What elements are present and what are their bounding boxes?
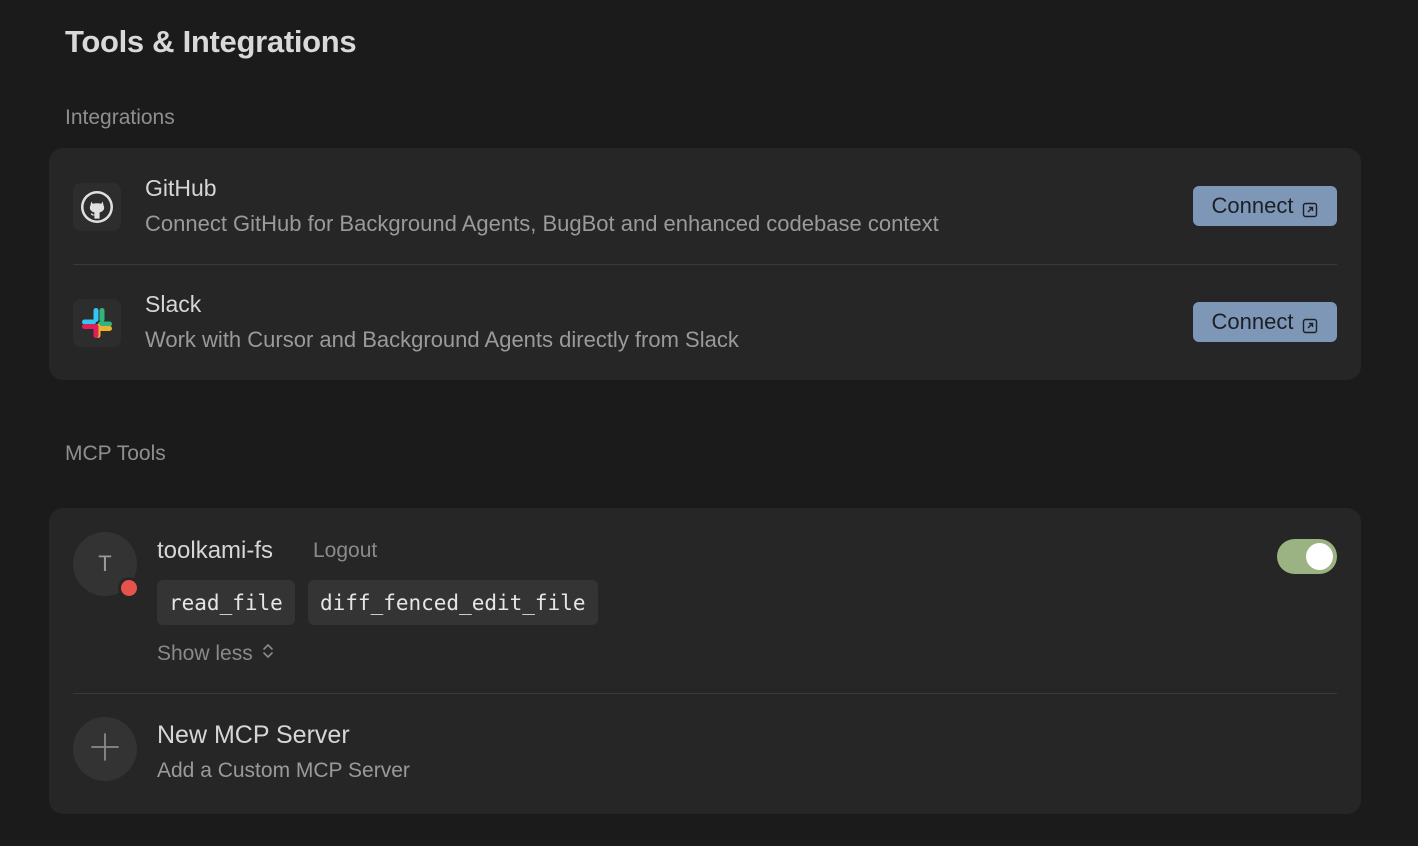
connect-button-label: Connect	[1211, 309, 1294, 334]
external-link-icon	[1302, 314, 1318, 334]
server-name: toolkami-fs	[157, 537, 274, 564]
slack-connect-button[interactable]: Connect	[1193, 302, 1337, 342]
github-icon	[73, 183, 121, 231]
integrations-card: GitHub Connect GitHub for Background Age…	[49, 148, 1361, 380]
tool-chip: read_file	[157, 580, 295, 625]
show-less-toggle[interactable]: Show less	[157, 641, 275, 667]
integration-row-slack: Slack Work with Cursor and Background Ag…	[73, 264, 1337, 380]
tools-integrations-page: Tools & Integrations Integrations GitHub…	[0, 0, 1418, 846]
connect-button-label: Connect	[1211, 193, 1294, 218]
integration-description: Connect GitHub for Background Agents, Bu…	[145, 211, 939, 236]
chevron-up-down-icon	[261, 641, 275, 667]
integration-name: Slack	[145, 291, 202, 317]
avatar-letter: T	[98, 551, 112, 576]
integration-name: GitHub	[145, 175, 217, 201]
logout-link[interactable]: Logout	[313, 539, 377, 563]
integrations-section-label: Integrations	[65, 106, 175, 129]
github-connect-button[interactable]: Connect	[1193, 186, 1337, 226]
new-server-subtitle: Add a Custom MCP Server	[157, 759, 410, 782]
add-server-button[interactable]	[73, 717, 137, 781]
page-title: Tools & Integrations	[65, 24, 357, 59]
new-server-title[interactable]: New MCP Server	[157, 721, 350, 750]
mcp-divider	[73, 693, 1337, 694]
tool-chip: diff_fenced_edit_file	[308, 580, 598, 625]
mcp-section-label: MCP Tools	[65, 442, 166, 465]
integration-row-github: GitHub Connect GitHub for Background Age…	[73, 148, 1337, 264]
show-less-label: Show less	[157, 642, 253, 665]
slack-icon	[73, 299, 121, 347]
plus-icon	[90, 732, 120, 767]
external-link-icon	[1302, 198, 1318, 218]
server-status-dot	[118, 577, 140, 599]
mcp-card: T toolkami-fs Logout read_file diff_fenc…	[49, 508, 1361, 814]
integration-description: Work with Cursor and Background Agents d…	[145, 327, 739, 352]
toggle-knob	[1306, 543, 1333, 570]
server-enabled-toggle[interactable]	[1277, 539, 1337, 574]
